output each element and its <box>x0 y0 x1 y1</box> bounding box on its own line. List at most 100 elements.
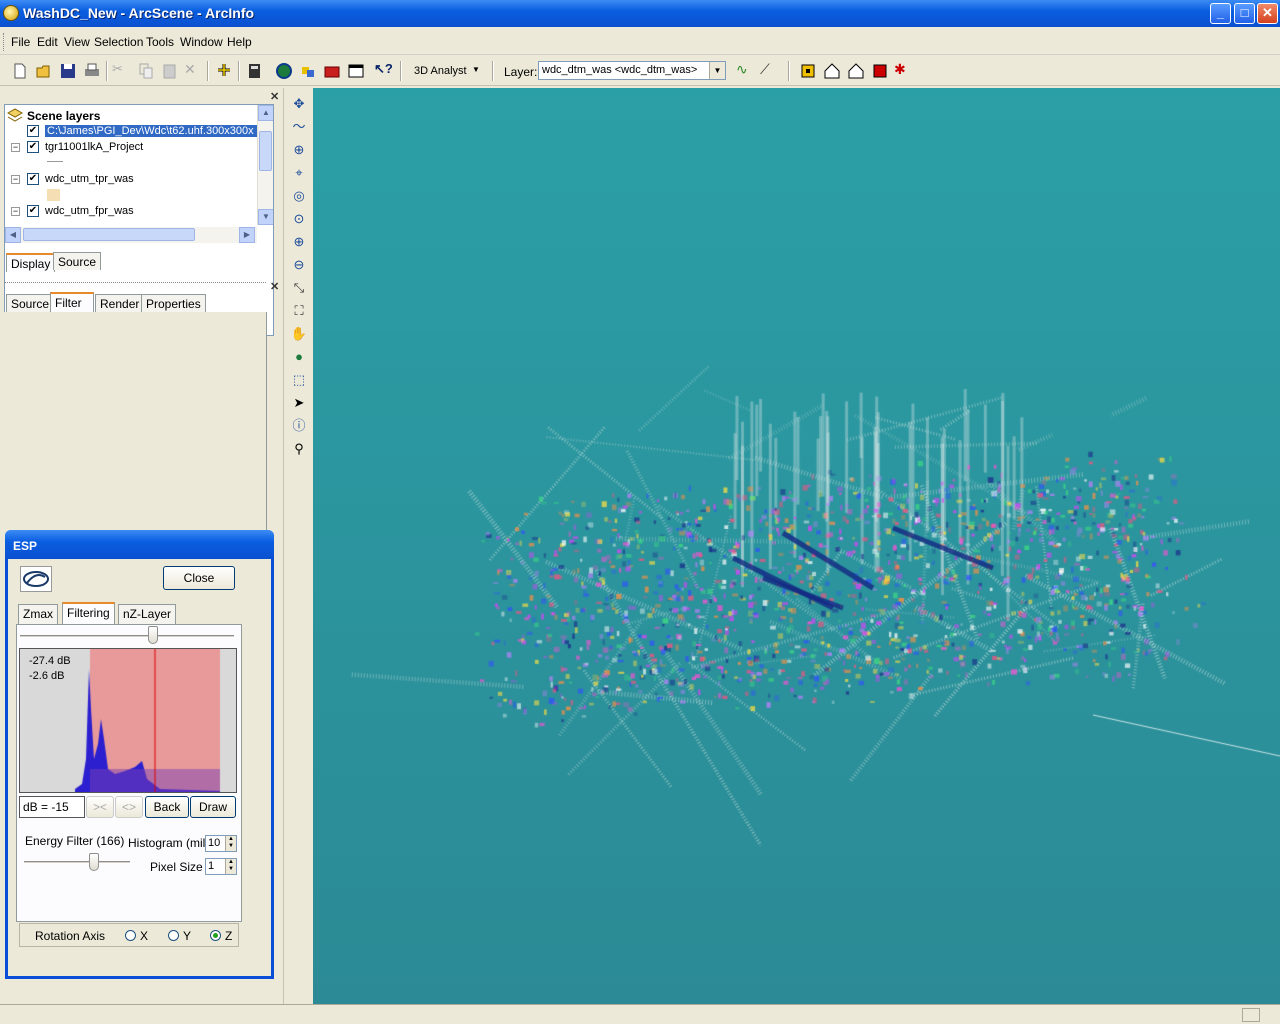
collapse-icon[interactable]: − <box>11 143 20 152</box>
toc-vertical-scrollbar[interactable]: ▲ ▼ <box>257 105 273 225</box>
zoom-to-target-icon[interactable]: ⊕ <box>289 140 309 160</box>
tab-properties[interactable]: Properties <box>141 294 206 312</box>
spinner-arrows-icon[interactable]: ▲ ▼ <box>225 859 236 874</box>
tab-source[interactable]: Source <box>6 294 55 312</box>
axis-x-radio[interactable] <box>125 930 136 941</box>
contour-tool-icon[interactable]: ∿ <box>736 61 756 81</box>
observer-eye-icon[interactable]: ⊙ <box>289 209 309 229</box>
next-button[interactable]: <> <box>115 796 143 818</box>
stop-icon[interactable] <box>870 61 890 81</box>
fly-icon[interactable]: 〜 <box>289 117 309 137</box>
spinner-arrows-icon[interactable]: ▲ ▼ <box>225 836 236 851</box>
zoom-out-icon[interactable]: ⊖ <box>289 255 309 275</box>
layer-visibility-checkbox[interactable]: ✔ <box>27 205 39 217</box>
scroll-thumb[interactable] <box>23 228 195 241</box>
print-icon[interactable] <box>82 61 102 81</box>
full-extent-icon[interactable]: ⛶ <box>289 301 309 321</box>
pixel-size-spinner[interactable]: 1 ▲ ▼ <box>205 858 237 875</box>
tab-source[interactable]: Source <box>53 252 102 270</box>
axis-y-radio[interactable] <box>168 930 179 941</box>
window-icon[interactable] <box>346 61 366 81</box>
navigate-icon[interactable]: ✥ <box>289 94 309 114</box>
save-icon[interactable] <box>58 61 78 81</box>
toc-header-row[interactable]: Scene layers <box>5 107 257 123</box>
scroll-thumb[interactable] <box>259 131 272 171</box>
menu-edit[interactable]: Edit <box>37 35 58 49</box>
pan-hand-icon[interactable]: ✋ <box>289 324 309 344</box>
zoom-in-icon[interactable]: ⊕ <box>289 232 309 252</box>
layer-visibility-checkbox[interactable]: ✔ <box>27 125 39 137</box>
home-icon-2[interactable] <box>846 61 866 81</box>
tab-display[interactable]: Display <box>6 253 56 272</box>
menu-tools[interactable]: Tools <box>146 35 174 49</box>
calculator-icon[interactable] <box>244 61 264 81</box>
toc-layer-row[interactable]: − ✔ wdc_utm_tpr_was <box>5 171 257 187</box>
db-readout-field[interactable]: dB = -15 <box>19 796 85 818</box>
arctoolbox-icon[interactable] <box>298 61 318 81</box>
scroll-left-icon[interactable]: ◀ <box>5 227 21 243</box>
find-binoculars-icon[interactable]: ⚲ <box>289 439 309 459</box>
back-button[interactable]: Back <box>145 796 189 818</box>
tab-render[interactable]: Render <box>95 294 145 312</box>
menu-selection[interactable]: Selection <box>94 35 143 49</box>
tab-filter[interactable]: Filter <box>50 292 94 313</box>
chevron-down-icon[interactable]: ▼ <box>709 62 725 79</box>
energy-slider-track[interactable] <box>24 861 130 864</box>
toc-layer-row[interactable]: − ✔ tgr11001lkA_Project <box>5 139 257 155</box>
layer-visibility-checkbox[interactable]: ✔ <box>27 173 39 185</box>
layer-visibility-checkbox[interactable]: ✔ <box>27 141 39 153</box>
center-on-target-icon[interactable]: ⌖ <box>289 163 309 183</box>
layer-dropdown[interactable]: wdc_dtm_was <wdc_dtm_was> ▼ <box>538 61 726 80</box>
tab-zmax[interactable]: Zmax <box>18 604 58 624</box>
scroll-up-icon[interactable]: ▲ <box>258 105 273 121</box>
threshold-slider-thumb[interactable] <box>147 626 158 644</box>
collapse-icon[interactable]: − <box>11 175 20 184</box>
globe-icon[interactable] <box>274 61 294 81</box>
select-elements-arrow-icon[interactable]: ➤ <box>289 393 309 413</box>
tab-nz-layer[interactable]: nZ-Layer <box>118 604 177 624</box>
menu-help[interactable]: Help <box>227 35 252 49</box>
open-folder-icon[interactable] <box>34 61 54 81</box>
full-globe-icon[interactable]: ● <box>289 347 309 367</box>
set-observer-icon[interactable]: ◎ <box>289 186 309 206</box>
new-document-icon[interactable] <box>10 61 30 81</box>
paste-icon[interactable] <box>160 61 180 81</box>
close-button[interactable]: ✕ <box>1257 3 1278 24</box>
maximize-button[interactable]: □ <box>1234 3 1255 24</box>
energy-slider-thumb[interactable] <box>88 853 99 871</box>
scene-view[interactable] <box>313 88 1280 1004</box>
menu-file[interactable]: File <box>11 35 30 49</box>
animation-capture-icon[interactable] <box>798 61 818 81</box>
3d-analyst-menu[interactable]: 3D Analyst <box>414 65 467 77</box>
steepest-path-icon[interactable]: ⟋ <box>760 61 780 81</box>
toc-layer-row[interactable]: − ✔ wdc_utm_fpr_was <box>5 203 257 219</box>
scroll-right-icon[interactable]: ▶ <box>239 227 255 243</box>
prev-button[interactable]: >< <box>86 796 114 818</box>
histogram-mil-spinner[interactable]: 10 ▲ ▼ <box>205 835 237 852</box>
collapse-icon[interactable]: − <box>11 207 20 216</box>
menubar-grip[interactable] <box>3 33 6 51</box>
close-icon[interactable]: ✕ <box>270 90 279 103</box>
whats-this-help-icon[interactable]: ↖? <box>374 61 394 81</box>
tab-filtering[interactable]: Filtering <box>62 602 115 624</box>
toc-layer-row[interactable]: ✔ C:\James\PGI_Dev\Wdc\t62.uhf.300x300x <box>5 123 257 139</box>
scroll-down-icon[interactable]: ▼ <box>258 209 273 225</box>
esp-close-button[interactable]: Close <box>163 566 235 590</box>
home-icon[interactable] <box>822 61 842 81</box>
axis-z-radio[interactable] <box>210 930 221 941</box>
add-data-icon[interactable] <box>214 61 234 81</box>
toc-horizontal-scrollbar[interactable]: ◀ ▶ <box>5 227 257 243</box>
threshold-slider-track[interactable] <box>20 635 234 638</box>
select-features-icon[interactable]: ⬚ <box>289 370 309 390</box>
copy-icon[interactable] <box>136 61 156 81</box>
identify-info-icon[interactable]: ⓘ <box>289 416 309 436</box>
menu-view[interactable]: View <box>64 35 90 49</box>
minimize-button[interactable]: _ <box>1210 3 1231 24</box>
close-icon[interactable]: ✕ <box>270 280 279 293</box>
draw-button[interactable]: Draw <box>190 796 236 818</box>
delete-icon[interactable]: ✕ <box>184 61 204 81</box>
arcscene-app-icon[interactable] <box>3 5 19 21</box>
menu-window[interactable]: Window <box>180 35 223 49</box>
narrow-fov-icon[interactable]: ⤡ <box>289 278 309 298</box>
cut-icon[interactable]: ✂ <box>112 61 132 81</box>
